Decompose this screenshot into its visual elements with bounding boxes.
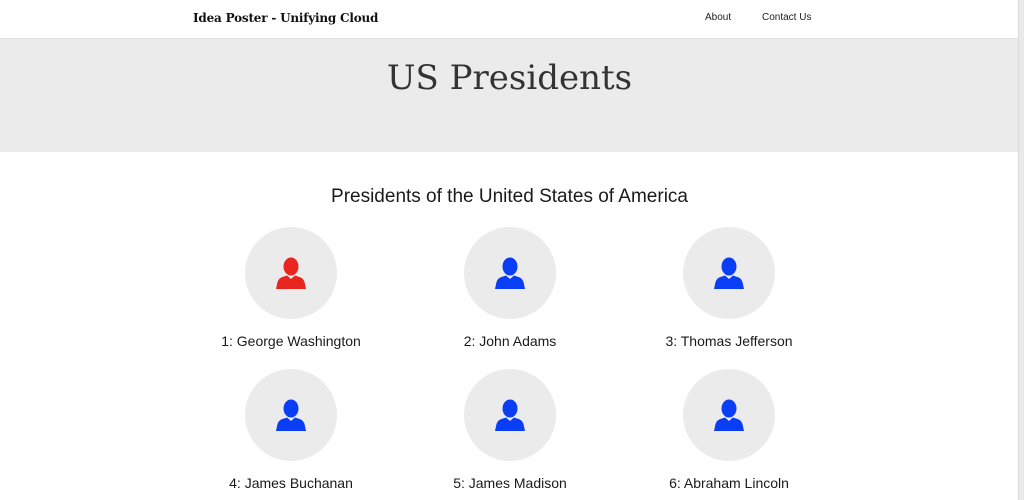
- avatar[interactable]: [245, 369, 337, 461]
- person-icon: [714, 399, 744, 431]
- person-icon: [495, 399, 525, 431]
- avatar[interactable]: [683, 369, 775, 461]
- president-name-link[interactable]: 6: Abraham Lincoln: [629, 475, 829, 491]
- president-name-link[interactable]: 4: James Buchanan: [191, 475, 391, 491]
- navbar: Idea Poster - Unifying Cloud About Conta…: [0, 0, 1019, 39]
- president-name-link[interactable]: 3: Thomas Jefferson: [629, 333, 829, 349]
- hero-banner: US Presidents: [0, 39, 1019, 152]
- page-title: US Presidents: [386, 58, 633, 98]
- president-name-link[interactable]: 1: George Washington: [191, 333, 391, 349]
- page: Idea Poster - Unifying Cloud About Conta…: [0, 0, 1019, 500]
- president-card[interactable]: 5: James Madison: [410, 369, 610, 491]
- person-icon: [276, 399, 306, 431]
- avatar[interactable]: [683, 227, 775, 319]
- person-icon: [276, 257, 306, 289]
- person-icon: [714, 257, 744, 289]
- president-name-link[interactable]: 2: John Adams: [410, 333, 610, 349]
- vertical-scrollbar[interactable]: [1018, 0, 1024, 500]
- brand-link[interactable]: Idea Poster - Unifying Cloud: [193, 11, 378, 25]
- person-icon: [495, 257, 525, 289]
- nav-contact-link[interactable]: Contact Us: [762, 12, 811, 23]
- nav-about-link[interactable]: About: [705, 12, 731, 23]
- president-card[interactable]: 4: James Buchanan: [191, 369, 391, 491]
- avatar[interactable]: [464, 227, 556, 319]
- president-name-link[interactable]: 5: James Madison: [410, 475, 610, 491]
- president-card[interactable]: 3: Thomas Jefferson: [629, 227, 829, 349]
- avatar[interactable]: [464, 369, 556, 461]
- avatar[interactable]: [245, 227, 337, 319]
- section-title: Presidents of the United States of Ameri…: [331, 186, 688, 207]
- president-card[interactable]: 2: John Adams: [410, 227, 610, 349]
- president-card[interactable]: 1: George Washington: [191, 227, 391, 349]
- president-card[interactable]: 6: Abraham Lincoln: [629, 369, 829, 491]
